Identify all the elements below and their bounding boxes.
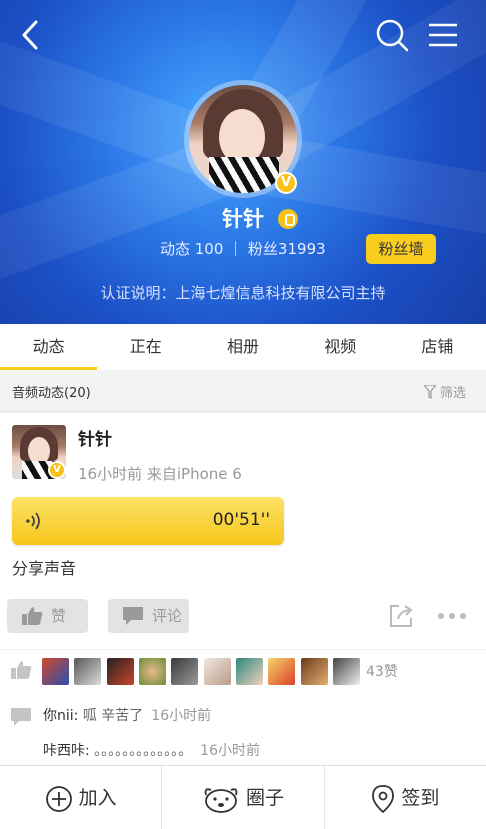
- comment-user[interactable]: 你nii:: [43, 708, 78, 724]
- liker-avatar[interactable]: [139, 658, 166, 685]
- profile-header: V 针针 动态 100 ｜ 粉丝31993 粉丝墙 认证说明：上海七煌信息科技有…: [0, 0, 486, 324]
- liker-avatar[interactable]: [333, 658, 360, 685]
- tab-album[interactable]: 相册: [194, 324, 291, 370]
- comment-item[interactable]: 你nii: 呱 辛苦了 16小时前: [43, 705, 211, 725]
- liker-avatar[interactable]: [171, 658, 198, 685]
- likes-row: 43赞: [0, 649, 486, 689]
- sound-wave-icon: [26, 512, 40, 530]
- join-label: 加入: [78, 787, 117, 809]
- comment-text: 呱 辛苦了: [78, 708, 144, 724]
- post-author-name[interactable]: 针针: [78, 425, 112, 450]
- like-count: 43赞: [366, 664, 398, 680]
- section-header: 音频动态(20) 筛选: [0, 370, 486, 412]
- join-button[interactable]: 加入: [0, 766, 161, 829]
- menu-icon[interactable]: [426, 18, 460, 52]
- back-icon[interactable]: [14, 18, 48, 52]
- share-icon[interactable]: [388, 603, 414, 629]
- thumbs-up-icon: [22, 607, 43, 625]
- location-pin-icon: [372, 784, 395, 813]
- comment-button[interactable]: 评论: [108, 599, 189, 633]
- checkin-button[interactable]: 签到: [323, 766, 486, 829]
- tab-dynamics[interactable]: 动态: [0, 324, 98, 370]
- post-card: V 针针 16小时前 来自iPhone 6 00'51'' 分享声音 赞 评论: [0, 413, 486, 765]
- dog-face-icon: [204, 787, 238, 813]
- comment-icon: [123, 607, 143, 625]
- profile-tabs: 动态 正在 相册 视频 店铺: [0, 324, 486, 370]
- verified-badge-icon: V: [275, 172, 297, 194]
- comment-time: 16小时前: [151, 708, 212, 724]
- fan-wall-button[interactable]: 粉丝墙: [366, 234, 436, 264]
- filter-button[interactable]: 筛选: [424, 382, 466, 401]
- liker-avatar[interactable]: [204, 658, 231, 685]
- comment-label: 评论: [152, 607, 183, 625]
- comment-icon: [11, 708, 31, 726]
- tab-shop[interactable]: 店铺: [389, 324, 486, 370]
- tab-live[interactable]: 正在: [97, 324, 194, 370]
- section-title: 音频动态(20): [12, 386, 91, 401]
- comment-time: 16小时前: [200, 743, 260, 759]
- circle-label: 圈子: [245, 787, 284, 809]
- bottom-action-bar: 加入 圈子 签到: [0, 765, 486, 829]
- more-icon[interactable]: [436, 603, 468, 629]
- liker-avatar[interactable]: [107, 658, 134, 685]
- lightbulb-icon: [278, 209, 298, 229]
- post-meta: 16小时前 来自iPhone 6: [78, 465, 242, 483]
- comment-text: 。。。。。。。。。。。。。: [89, 743, 193, 759]
- like-button[interactable]: 赞: [7, 599, 88, 633]
- search-icon[interactable]: [375, 18, 409, 52]
- filter-label: 筛选: [440, 386, 467, 401]
- audio-player[interactable]: 00'51'': [12, 497, 284, 545]
- plus-circle-icon: [45, 785, 72, 812]
- liker-avatar[interactable]: [74, 658, 101, 685]
- liker-avatar[interactable]: [42, 658, 69, 685]
- audio-duration: 00'51'': [212, 510, 270, 530]
- post-text: 分享声音: [12, 559, 77, 578]
- filter-icon: [424, 385, 436, 399]
- profile-name: 针针: [222, 207, 264, 231]
- checkin-label: 签到: [401, 787, 440, 809]
- liker-avatar[interactable]: [301, 658, 328, 685]
- certification-text: 认证说明：上海七煌信息科技有限公司主持: [100, 284, 386, 302]
- liker-avatar[interactable]: [268, 658, 295, 685]
- verified-badge-icon: V: [48, 461, 66, 479]
- tab-video[interactable]: 视频: [292, 324, 389, 370]
- comment-item[interactable]: 咔西咔: 。。。。。。。。。。。。。 16小时前: [43, 740, 260, 760]
- thumbs-up-icon: [11, 661, 32, 679]
- liker-avatar[interactable]: [236, 658, 263, 685]
- comment-user[interactable]: 咔西咔:: [43, 743, 90, 759]
- profile-stats: 动态 100 ｜ 粉丝31993: [160, 240, 326, 258]
- circle-button[interactable]: 圈子: [161, 766, 323, 829]
- like-label: 赞: [51, 607, 67, 625]
